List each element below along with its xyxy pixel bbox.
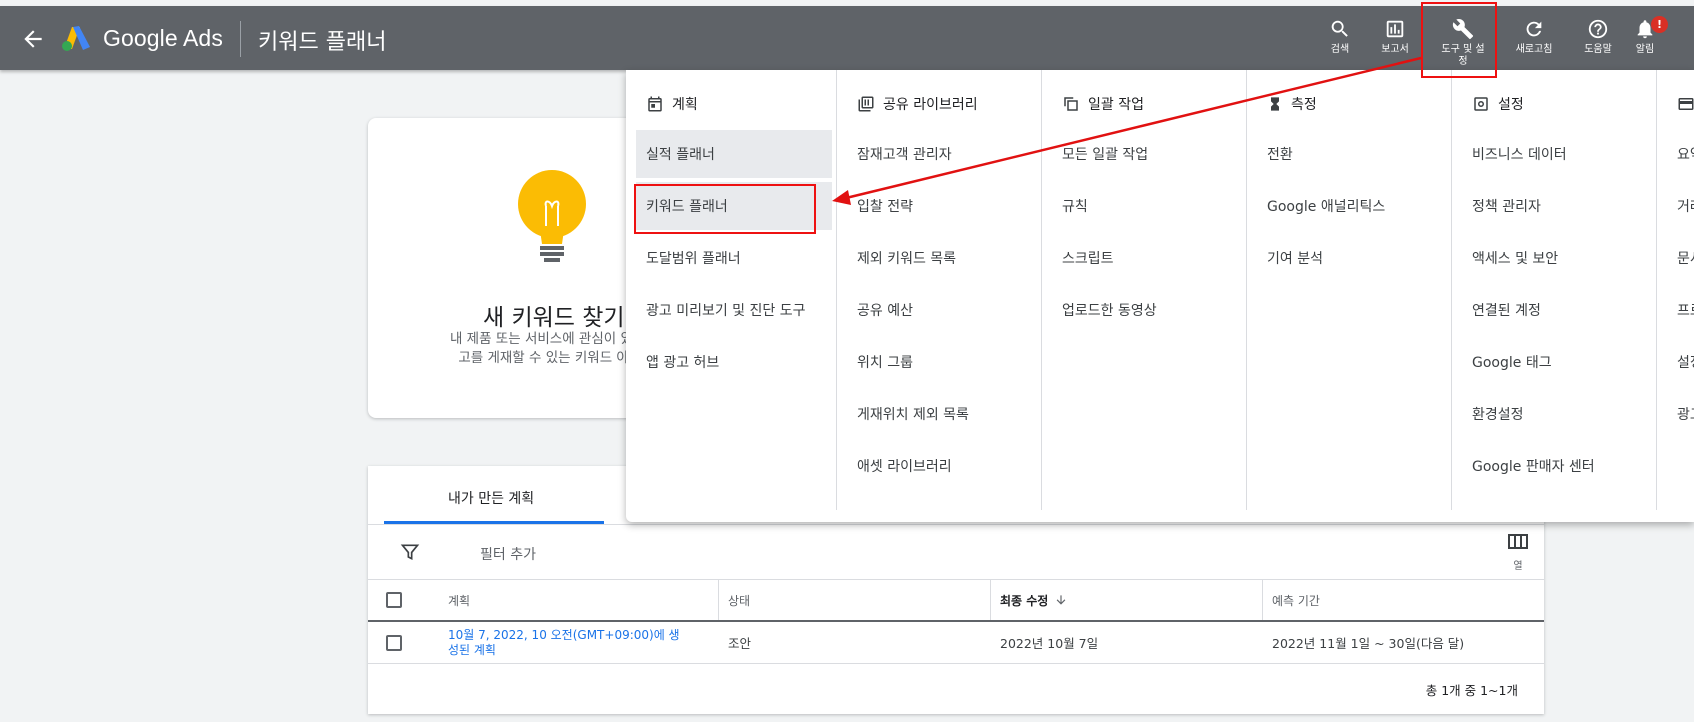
column-header-plan[interactable]: 계획 (448, 580, 470, 620)
menu-header-measurement: 측정 (1291, 97, 1317, 113)
menu-item-conversions[interactable]: 전환 (1257, 130, 1453, 178)
menu-item-audience-manager[interactable]: 잠재고객 관리자 (847, 130, 1043, 178)
menu-item-performance-planner[interactable]: 실적 플래너 (636, 130, 832, 178)
menu-header-shared-library: 공유 라이브러리 (883, 97, 978, 113)
menu-column-shared-library: 공유 라이브러리 잠재고객 관리자 입찰 전략 제외 키워드 목록 공유 예산 … (836, 70, 1041, 510)
menu-item-all-bulk-actions[interactable]: 모든 일괄 작업 (1052, 130, 1248, 178)
menu-column-billing: 요약 거래 문서 프로 설정 광고 (1656, 70, 1694, 510)
plan-forecast: 2022년 11월 1일 ~ 30일(다음 달) (1272, 636, 1465, 651)
pagination-text: 총 1개 중 1~1개 (1425, 683, 1518, 698)
annotation-box-tools (1421, 2, 1497, 78)
menu-item-preferences[interactable]: 환경설정 (1462, 390, 1658, 438)
menu-column-setup: 설정 비즈니스 데이터 정책 관리자 액세스 및 보안 연결된 계정 Googl… (1451, 70, 1656, 510)
menu-item-asset-library[interactable]: 애셋 라이브러리 (847, 442, 1043, 490)
menu-item-placement-exclusions[interactable]: 게재위치 제외 목록 (847, 390, 1043, 438)
menu-header-setup: 설정 (1498, 97, 1524, 113)
menu-header-bulk-actions: 일괄 작업 (1088, 97, 1144, 113)
menu-item-ad-preview[interactable]: 광고 미리보기 및 진단 도구 (636, 286, 832, 334)
library-icon (858, 96, 874, 112)
menu-item-bid-strategies[interactable]: 입찰 전략 (847, 182, 1043, 230)
bar-chart-icon (1386, 20, 1404, 38)
column-header-last-modified[interactable]: 최종 수정 (1000, 580, 1068, 620)
refresh-button[interactable]: 새로고침 (1510, 18, 1558, 68)
menu-item-merchant-center[interactable]: Google 판매자 센터 (1462, 442, 1658, 490)
annotation-box-keyword-planner (634, 184, 816, 234)
menu-header-planning: 계획 (672, 97, 698, 113)
menu-item-advertiser[interactable]: 광고 (1667, 390, 1694, 438)
menu-item-policy-manager[interactable]: 정책 관리자 (1462, 182, 1658, 230)
menu-column-measurement: 측정 전환 Google 애널리틱스 기여 분석 (1246, 70, 1451, 510)
header-divider (240, 21, 241, 57)
calendar-icon (648, 96, 662, 112)
plan-modified: 2022년 10월 7일 (1000, 636, 1099, 651)
menu-column-bulk-actions: 일괄 작업 모든 일괄 작업 규칙 스크립트 업로드한 동영상 (1041, 70, 1246, 510)
tab-my-plans[interactable]: 내가 만든 계획 (384, 466, 604, 524)
menu-item-rules[interactable]: 규칙 (1052, 182, 1248, 230)
menu-item-negative-keywords[interactable]: 제외 키워드 목록 (847, 234, 1043, 282)
reports-button[interactable]: 보고서 (1371, 18, 1419, 68)
menu-item-google-tag[interactable]: Google 태그 (1462, 338, 1658, 386)
menu-item-reach-planner[interactable]: 도달범위 플래너 (636, 234, 832, 282)
menu-item-uploaded-videos[interactable]: 업로드한 동영상 (1052, 286, 1248, 334)
notification-badge: ! (1651, 16, 1668, 33)
menu-item-promotions[interactable]: 프로 (1667, 286, 1694, 334)
menu-item-google-analytics[interactable]: Google 애널리틱스 (1257, 182, 1453, 230)
sort-down-arrow-icon (1057, 595, 1066, 605)
refresh-icon (1526, 21, 1542, 37)
menu-item-transactions[interactable]: 거래 (1667, 182, 1694, 230)
search-button[interactable]: 검색 (1316, 18, 1364, 68)
help-button[interactable]: 도움말 (1574, 18, 1622, 68)
help-icon (1588, 19, 1608, 39)
back-arrow-icon[interactable] (20, 26, 46, 52)
menu-item-app-hub[interactable]: 앱 광고 허브 (636, 338, 832, 386)
plan-link[interactable]: 10월 7, 2022, 10 오전(GMT+09:00)에 생성된 계획 (448, 628, 688, 658)
columns-icon (1508, 534, 1528, 549)
lightbulb-icon (516, 170, 588, 274)
menu-item-attribution[interactable]: 기여 분석 (1257, 234, 1453, 282)
menu-item-billing-settings[interactable]: 설정 (1667, 338, 1694, 386)
select-all-checkbox[interactable] (386, 580, 402, 620)
card-title: 새 키워드 찾기 (483, 305, 625, 331)
tools-settings-menu: 계획 실적 플래너 키워드 플래너 도달범위 플래너 광고 미리보기 및 진단 … (626, 70, 1694, 522)
filter-bar: 필터 추가 열 (368, 524, 1544, 580)
menu-column-planning: 계획 실적 플래너 키워드 플래너 도달범위 플래너 광고 미리보기 및 진단 … (626, 70, 836, 510)
table-row: 10월 7, 2022, 10 오전(GMT+09:00)에 생성된 계획 조안… (368, 622, 1544, 664)
card-icon (1678, 98, 1694, 110)
page-title: 키워드 플래너 (258, 30, 387, 55)
plan-status: 조안 (728, 636, 752, 651)
column-header-forecast[interactable]: 예측 기간 (1272, 580, 1320, 620)
search-icon (1331, 20, 1348, 37)
row-checkbox[interactable] (386, 622, 402, 663)
menu-item-business-data[interactable]: 비즈니스 데이터 (1462, 130, 1658, 178)
add-filter-button[interactable]: 필터 추가 (480, 544, 536, 564)
settings-box-icon (1474, 97, 1488, 111)
table-header: 계획 상태 최종 수정 예측 기간 (368, 580, 1544, 622)
column-header-status[interactable]: 상태 (728, 580, 750, 620)
menu-item-shared-budgets[interactable]: 공유 예산 (847, 286, 1043, 334)
hourglass-icon (1271, 97, 1279, 111)
menu-item-linked-accounts[interactable]: 연결된 계정 (1462, 286, 1658, 334)
columns-button[interactable]: 열 (1508, 533, 1528, 572)
copy-icon (1064, 97, 1078, 111)
brand-name: Google Ads (103, 25, 223, 51)
menu-item-summary[interactable]: 요약 (1667, 130, 1694, 178)
menu-item-scripts[interactable]: 스크립트 (1052, 234, 1248, 282)
notifications-button[interactable]: ! 알림 (1621, 16, 1669, 68)
menu-item-location-groups[interactable]: 위치 그룹 (847, 338, 1043, 386)
menu-item-documents[interactable]: 문서 (1667, 234, 1694, 282)
filter-icon[interactable] (400, 542, 420, 566)
menu-item-access-security[interactable]: 액세스 및 보안 (1462, 234, 1658, 282)
google-ads-logo-icon (60, 24, 92, 52)
